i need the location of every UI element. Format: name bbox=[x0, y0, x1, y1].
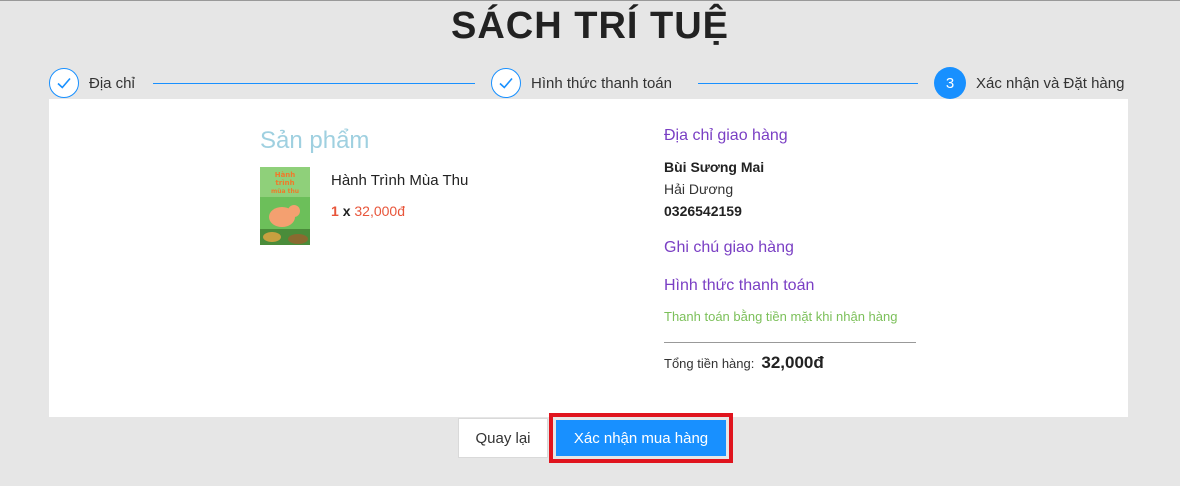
step-confirm-label: Xác nhận và Đặt hàng bbox=[976, 74, 1125, 92]
shipping-city: Hải Dương bbox=[664, 181, 734, 197]
step-confirm: 3 Xác nhận và Đặt hàng bbox=[934, 66, 1124, 100]
note-heading: Ghi chú giao hàng bbox=[664, 239, 794, 256]
step-payment: Hình thức thanh toán bbox=[491, 66, 672, 100]
step-connector bbox=[698, 83, 918, 84]
step-number-badge: 3 bbox=[934, 67, 966, 99]
total-row: Tổng tiền hàng: 32,000đ bbox=[664, 353, 824, 373]
payment-method: Thanh toán bằng tiền mặt khi nhận hàng bbox=[664, 309, 898, 324]
step-connector bbox=[153, 83, 475, 84]
shipping-heading: Địa chỉ giao hàng bbox=[664, 127, 788, 144]
svg-text:mùa thu: mùa thu bbox=[271, 188, 299, 195]
svg-text:Hành: Hành bbox=[275, 171, 296, 179]
products-heading: Sản phẩm bbox=[260, 127, 370, 154]
step-payment-label: Hình thức thanh toán bbox=[531, 74, 672, 92]
confirm-purchase-button[interactable]: Xác nhận mua hàng bbox=[556, 420, 726, 456]
product-qty-price: 1 x 32,000đ bbox=[331, 203, 405, 219]
check-icon bbox=[491, 68, 521, 98]
back-button[interactable]: Quay lại bbox=[458, 418, 548, 458]
checkout-steps: Địa chỉ Hình thức thanh toán 3 Xác nhận … bbox=[48, 66, 1138, 100]
page-title: SÁCH TRÍ TUỆ bbox=[451, 5, 729, 47]
check-icon bbox=[49, 68, 79, 98]
total-label: Tổng tiền hàng: bbox=[664, 356, 755, 371]
order-summary-panel: Sản phẩm Hành trình mùa thu Hành Trình M… bbox=[49, 99, 1128, 417]
step-address: Địa chỉ bbox=[49, 66, 135, 100]
product-cover-image: Hành trình mùa thu bbox=[260, 167, 310, 245]
product-name[interactable]: Hành Trình Mùa Thu bbox=[331, 172, 468, 189]
svg-text:trình: trình bbox=[275, 179, 294, 187]
shipping-name: Bùi Sương Mai bbox=[664, 159, 765, 175]
product-qty: 1 bbox=[331, 203, 339, 219]
total-divider bbox=[664, 342, 916, 343]
shipping-phone: 0326542159 bbox=[664, 203, 742, 219]
payment-heading: Hình thức thanh toán bbox=[664, 277, 815, 294]
step-address-label: Địa chỉ bbox=[89, 74, 135, 92]
product-times: x bbox=[342, 203, 351, 219]
total-value: 32,000đ bbox=[761, 353, 824, 372]
product-price: 32,000đ bbox=[354, 203, 405, 219]
confirm-highlight: Xác nhận mua hàng bbox=[549, 413, 733, 463]
